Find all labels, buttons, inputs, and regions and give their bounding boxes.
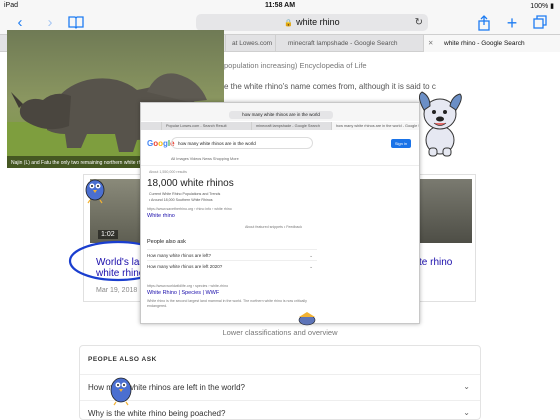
inner-result-stats: About 1,550,000 results (149, 170, 187, 174)
address-text: white rhino (296, 17, 340, 27)
address-bar[interactable]: 🔒 white rhino ↻ (196, 14, 428, 31)
inner-paa-row: How many white rhinos are left? ⌄ (147, 249, 317, 260)
inner-tab: Popular Lowes.com - Search Result (161, 122, 251, 130)
close-tab-icon[interactable]: ✕ (428, 35, 433, 52)
ipad-screen: iPad 11:58 AM 100% ▮ ‹ › 🔒 white rhino ↻ … (0, 0, 560, 420)
paa-question[interactable]: How many white rhinos are left in the wo… (80, 374, 480, 400)
inner-divider (141, 165, 419, 166)
inner-result-source: https://www.worldwildlife.org › species … (147, 284, 229, 288)
inner-tab-strip: Popular Lowes.com - Search Result minecr… (141, 122, 419, 130)
inner-feedback: About featured snippets • Feedback (245, 225, 302, 229)
inner-paa-row: How many white rhinos are left 2020? ⌄ (147, 260, 317, 271)
paa-heading: PEOPLE ALSO ASK (88, 356, 157, 363)
tab-white-rhino[interactable]: ✕ white rhino - Google Search (423, 35, 560, 52)
result-source-text: population increasing) Encyclopedia of L… (224, 61, 367, 70)
chevron-down-icon: ⌄ (463, 408, 470, 417)
tabs-overview-icon[interactable] (532, 15, 548, 31)
result-snippet-text: e the white rhino's name comes from, alt… (224, 82, 436, 91)
news-title-right[interactable]: te rhino (419, 257, 452, 268)
inner-answer-subtitle: Current White Rhino Populations and Tren… (149, 192, 221, 196)
paa-question[interactable]: Why is the white rhino being poached? ⌄ (80, 400, 480, 420)
inner-tab: how many white rhinos are in the world -… (331, 122, 419, 130)
share-icon[interactable] (476, 15, 492, 31)
status-bar: iPad 11:58 AM 100% ▮ (0, 0, 560, 12)
chevron-down-icon: ⌄ (463, 382, 470, 391)
lock-icon: 🔒 (284, 20, 294, 27)
inner-search-box: how many white rhinos are in the world (171, 137, 313, 149)
embedded-screenshot: how many white rhinos are in the world P… (140, 102, 420, 324)
lower-classifications-link[interactable]: Lower classifications and overview (0, 328, 560, 337)
battery-indicator: 100% ▮ (530, 3, 554, 10)
people-also-ask-box: PEOPLE ALSO ASK How many white rhinos ar… (79, 345, 481, 420)
news-thumbnail-right[interactable] (419, 179, 472, 243)
inner-answer-link: White rhino (147, 213, 175, 219)
reload-icon[interactable]: ↻ (415, 14, 423, 31)
inner-featured-answer: 18,000 white rhinos (147, 178, 234, 189)
inner-answer-source: https://www.savetherhino.org › rhino inf… (147, 207, 232, 211)
inner-paa-heading: People also ask (147, 239, 186, 245)
inner-address-bar: how many white rhinos are in the world (229, 111, 333, 119)
bird-sprite (298, 312, 316, 326)
tab-minecraft[interactable]: minecraft lampshade - Google Search (275, 35, 423, 52)
video-duration: 1:02 (98, 230, 118, 239)
dog-sprite (418, 91, 462, 157)
tab-lowes[interactable]: at Lowes.com (225, 35, 275, 52)
inner-tab: minecraft lampshade - Google Search (251, 122, 331, 130)
bird-sprite (110, 377, 132, 406)
inner-answer-bullet: • Around 18,000 Southern White Rhinos (149, 198, 213, 202)
inner-result-snippet: White rhino is the second largest land m… (147, 299, 307, 308)
back-icon[interactable]: ‹ (12, 15, 28, 31)
forward-icon[interactable]: › (42, 15, 58, 31)
inner-search-nav: All Images Videos News Shopping More (171, 157, 239, 161)
new-tab-icon[interactable]: + (504, 14, 520, 32)
bird-sprite (85, 179, 105, 204)
status-time: 11:58 AM (264, 2, 296, 9)
bookmarks-icon[interactable] (68, 15, 84, 31)
inner-result-link: White Rhino | Species | WWF (147, 290, 220, 296)
photo-caption: Najin (L) and Fatu the only two remainin… (11, 160, 151, 166)
news-date-left: Mar 19, 2018 (96, 287, 138, 294)
inner-sign-in-button: Sign in (391, 139, 411, 148)
